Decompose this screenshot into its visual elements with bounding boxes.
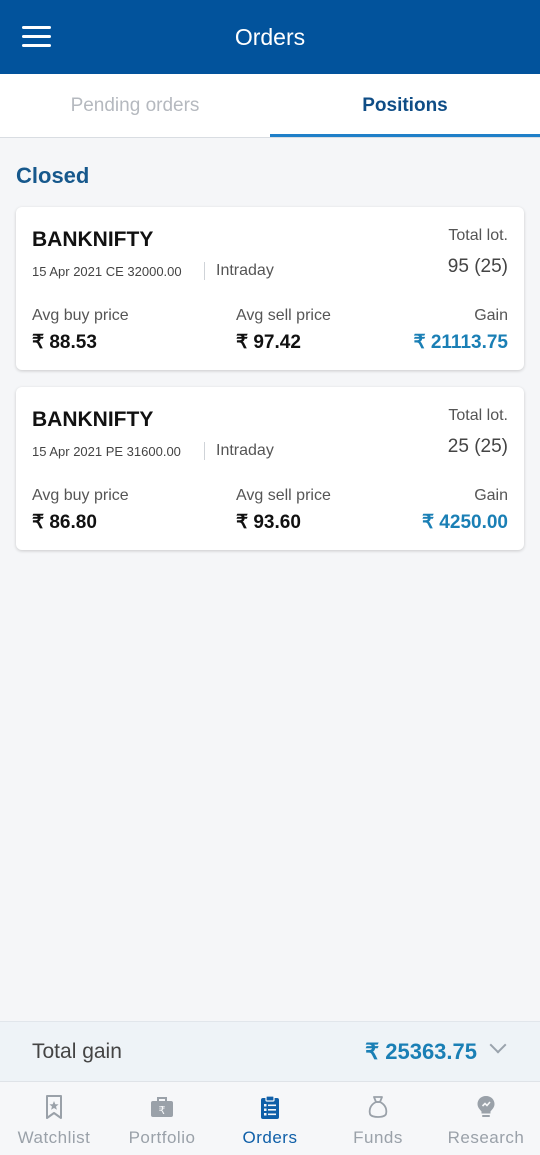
nav-item-portfolio[interactable]: ₹ Portfolio bbox=[108, 1082, 216, 1155]
gain-label: Gain bbox=[474, 487, 508, 504]
divider bbox=[204, 442, 205, 460]
avg-buy-label: Avg buy price bbox=[32, 487, 129, 504]
nav-label: Funds bbox=[353, 1128, 403, 1147]
avg-sell-label: Avg sell price bbox=[236, 307, 331, 324]
avg-buy-value: ₹ 86.80 bbox=[32, 512, 97, 533]
avg-sell-value: ₹ 97.42 bbox=[236, 332, 301, 353]
nav-label: Portfolio bbox=[128, 1128, 196, 1147]
avg-buy-value: ₹ 88.53 bbox=[32, 332, 97, 353]
active-tab-indicator bbox=[270, 134, 540, 137]
gain-value: ₹ 4250.00 bbox=[421, 512, 508, 533]
app-bar: Orders bbox=[0, 0, 540, 74]
nav-label: Orders bbox=[242, 1128, 298, 1147]
tab-positions[interactable]: Positions bbox=[270, 74, 540, 138]
total-lot-value: 25 (25) bbox=[447, 436, 508, 457]
avg-buy-label: Avg buy price bbox=[32, 307, 129, 324]
total-gain-value: ₹ 25363.75 bbox=[365, 1039, 477, 1064]
svg-text:₹: ₹ bbox=[159, 1104, 166, 1117]
nav-item-orders[interactable]: Orders bbox=[216, 1082, 324, 1155]
money-bag-icon bbox=[368, 1096, 388, 1118]
nav-item-research[interactable]: Research bbox=[432, 1082, 540, 1155]
position-symbol: BANKNIFTY bbox=[32, 408, 154, 431]
bookmark-star-icon bbox=[46, 1095, 62, 1119]
avg-sell-value: ₹ 93.60 bbox=[236, 512, 301, 533]
divider bbox=[204, 262, 205, 280]
gain-label: Gain bbox=[474, 307, 508, 324]
position-contract: 15 Apr 2021 CE 32000.00 bbox=[32, 264, 182, 279]
page-title: Orders bbox=[234, 24, 306, 50]
nav-label: Research bbox=[447, 1128, 525, 1147]
position-card[interactable]: BANKNIFTY 15 Apr 2021 PE 31600.00 Intrad… bbox=[16, 387, 524, 550]
position-contract: 15 Apr 2021 PE 31600.00 bbox=[32, 444, 181, 459]
position-product: Intraday bbox=[216, 442, 274, 459]
position-product: Intraday bbox=[216, 262, 274, 279]
total-lot-label: Total lot. bbox=[448, 227, 508, 244]
briefcase-rupee-icon: ₹ bbox=[151, 1097, 173, 1117]
chevron-down-icon[interactable] bbox=[489, 1036, 507, 1054]
orders-tabs: Pending orders Positions bbox=[0, 74, 540, 138]
total-lot-value: 95 (25) bbox=[447, 256, 508, 277]
total-gain-label: Total gain bbox=[32, 1040, 122, 1063]
tab-pending-orders[interactable]: Pending orders bbox=[0, 74, 270, 138]
lightbulb-icon bbox=[477, 1096, 495, 1117]
position-symbol: BANKNIFTY bbox=[32, 228, 154, 251]
bottom-navigation: Watchlist ₹ Portfolio Orders Funds Resea… bbox=[0, 1081, 540, 1155]
total-gain-bar[interactable]: Total gain ₹ 25363.75 bbox=[0, 1021, 540, 1081]
gain-value: ₹ 21113.75 bbox=[413, 332, 508, 353]
avg-sell-label: Avg sell price bbox=[236, 487, 331, 504]
nav-item-funds[interactable]: Funds bbox=[324, 1082, 432, 1155]
total-lot-label: Total lot. bbox=[448, 407, 508, 424]
clipboard-list-icon bbox=[261, 1095, 279, 1119]
position-card[interactable]: BANKNIFTY 15 Apr 2021 CE 32000.00 Intrad… bbox=[16, 207, 524, 370]
nav-label: Watchlist bbox=[17, 1128, 91, 1147]
closed-section-title: Closed bbox=[16, 163, 90, 188]
nav-item-watchlist[interactable]: Watchlist bbox=[0, 1082, 108, 1155]
